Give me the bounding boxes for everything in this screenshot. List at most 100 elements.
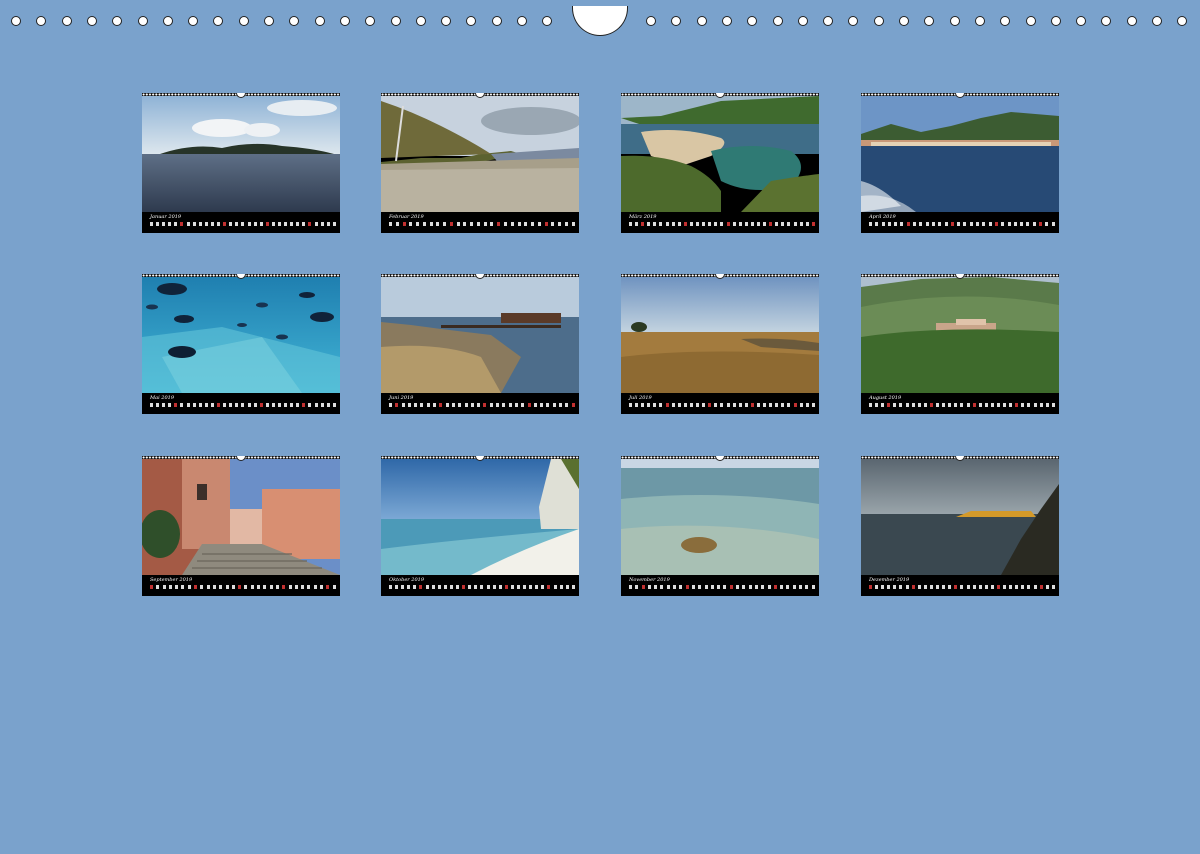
month-page[interactable]: Juni 2019 [381,274,579,414]
day-mark [1015,403,1019,407]
day-mark [653,222,657,226]
day-mark [502,403,506,407]
day-mark [787,403,791,407]
day-mark [1013,222,1017,226]
day-mark [769,403,773,407]
month-label: Mai 2019 [150,395,175,401]
day-mark [217,222,221,226]
month-page[interactable]: März 2019 [621,93,819,233]
month-label: Oktober 2019 [389,577,425,583]
day-mark [793,403,797,407]
day-mark [767,585,771,589]
day-mark [544,222,548,226]
day-mark [231,585,235,589]
month-label: Dezember 2019 [869,577,910,583]
month-page[interactable]: Mai 2019 [142,274,340,414]
day-mark [756,222,760,226]
day-mark [416,222,420,226]
month-page[interactable]: Februar 2019 [381,93,579,233]
day-strip [869,403,1055,409]
day-mark [811,222,815,226]
day-mark [477,403,481,407]
day-mark [456,585,460,589]
day-mark [996,585,1000,589]
day-mark [265,222,269,226]
day-mark [407,403,411,407]
day-mark [168,222,172,226]
month-label: Februar 2019 [389,214,424,220]
day-mark [875,222,879,226]
day-mark [162,585,166,589]
day-mark [437,585,441,589]
day-mark [679,585,683,589]
day-mark [156,403,160,407]
month-page[interactable]: November 2019 [621,456,819,596]
day-mark [787,222,791,226]
day-mark [307,585,311,589]
day-mark [732,222,736,226]
day-mark [547,585,551,589]
day-mark [486,585,490,589]
month-page[interactable]: April 2019 [861,93,1059,233]
day-mark [565,403,569,407]
day-mark [972,403,976,407]
day-mark [685,585,689,589]
day-mark [168,403,172,407]
day-mark [290,403,294,407]
day-mark [320,403,324,407]
day-mark [186,403,190,407]
month-photo [621,459,819,575]
day-mark [192,222,196,226]
day-mark [277,403,281,407]
day-mark [942,585,946,589]
day-mark [395,222,399,226]
day-mark [235,403,239,407]
day-mark [395,585,399,589]
day-mark [1003,585,1007,589]
day-mark [911,585,915,589]
day-mark [881,403,885,407]
day-mark [900,222,904,226]
month-grid: Januar 2019 Februar 2019 März 2019 April… [0,0,1200,854]
day-mark [720,222,724,226]
day-mark [326,403,330,407]
day-mark [1009,585,1013,589]
day-mark [629,222,632,226]
day-mark [641,403,645,407]
day-mark [474,585,478,589]
month-page[interactable]: September 2019 [142,456,340,596]
day-mark [275,585,279,589]
month-page[interactable]: August 2019 [861,274,1059,414]
day-mark [271,403,275,407]
day-mark [660,585,664,589]
day-strip [389,222,575,228]
day-mark [326,222,330,226]
month-photo [861,459,1059,575]
day-mark [1045,222,1049,226]
day-mark [389,585,392,589]
day-mark [1039,403,1043,407]
day-mark [811,403,815,407]
month-photo [621,277,819,393]
day-mark [168,585,172,589]
day-mark [462,585,466,589]
day-mark [320,585,324,589]
month-page[interactable]: Januar 2019 [142,93,340,233]
day-mark [546,403,550,407]
day-mark [893,585,897,589]
day-mark [736,585,740,589]
day-mark [150,222,153,226]
day-mark [881,222,885,226]
day-mark [929,403,933,407]
day-mark [1051,222,1055,226]
day-mark [219,585,223,589]
day-mark [984,585,988,589]
month-page[interactable]: Dezember 2019 [861,456,1059,596]
month-photo [142,277,340,393]
month-page[interactable]: Oktober 2019 [381,456,579,596]
day-mark [966,585,970,589]
day-mark [704,585,708,589]
day-mark [1020,222,1024,226]
month-page[interactable]: Juli 2019 [621,274,819,414]
day-mark [571,585,575,589]
